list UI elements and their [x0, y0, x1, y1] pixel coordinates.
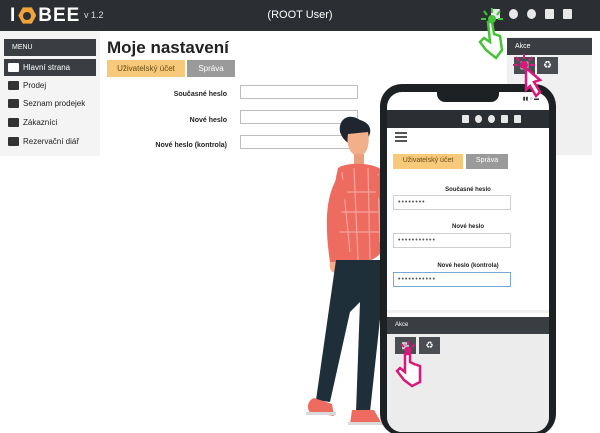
- phone-tab-user-account[interactable]: Uživatelský účet: [393, 154, 463, 169]
- hand-pointer-green-icon: [478, 8, 504, 60]
- menu-title: MENU: [4, 39, 96, 56]
- fullscreen-icon[interactable]: [514, 115, 521, 123]
- hamburger-menu-icon[interactable]: [395, 132, 407, 142]
- phone-top-bar: [387, 110, 549, 128]
- sidebar-item-label: Seznam prodejek: [23, 99, 86, 108]
- user-icon[interactable]: [488, 115, 495, 123]
- phone-tab-administration[interactable]: Správa: [466, 154, 508, 169]
- sidebar-item-label: Hlavní strana: [23, 63, 71, 72]
- tab-administration[interactable]: Správa: [187, 60, 235, 77]
- users-icon: [8, 118, 19, 127]
- sidebar: MENU Hlavní strana Prodej Seznam prodeje…: [0, 31, 100, 156]
- calendar-icon: [8, 137, 19, 146]
- sidebar-item-label: Rezervační diář: [23, 137, 80, 146]
- info-icon[interactable]: [475, 115, 482, 123]
- bag-icon: [8, 99, 19, 108]
- page-title: Moje nastavení: [107, 38, 229, 57]
- sidebar-item-home[interactable]: Hlavní strana: [4, 59, 96, 76]
- logout-icon[interactable]: [545, 9, 554, 19]
- phone-current-password-input[interactable]: ••••••••: [393, 195, 511, 210]
- sidebar-item-label: Prodej: [23, 81, 47, 90]
- phone-new-password-input[interactable]: •••••••••••: [393, 233, 511, 248]
- tab-user-account[interactable]: Uživatelský účet: [107, 60, 185, 77]
- phone-confirm-password-input[interactable]: •••••••••••: [393, 272, 511, 287]
- current-password-label: Současné heslo: [173, 91, 227, 98]
- app-page: I BEE v 1.2 (ROOT User) MENU Hlavní stra…: [0, 0, 600, 433]
- sidebar-item-reservations[interactable]: Rezervační diář: [4, 133, 96, 150]
- phone-current-password-label: Současné heslo: [445, 187, 491, 193]
- phone-new-password-label: Nové heslo: [451, 224, 484, 230]
- signpost-icon: [8, 63, 19, 72]
- briefcase-icon[interactable]: [462, 115, 469, 123]
- info-icon[interactable]: [509, 9, 518, 19]
- logout-icon[interactable]: [501, 115, 508, 123]
- top-bar: I BEE v 1.2 (ROOT User): [0, 0, 600, 31]
- fullscreen-icon[interactable]: [563, 9, 572, 19]
- phone-confirm-password-label: Nové heslo (kontrola): [437, 263, 499, 269]
- phone-notch: [437, 92, 499, 102]
- user-icon[interactable]: [527, 9, 536, 19]
- current-password-input[interactable]: [240, 85, 358, 99]
- sidebar-item-sales[interactable]: Prodej: [4, 77, 96, 94]
- phone-toolbar: [462, 115, 521, 123]
- sidebar-item-label: Zákazníci: [23, 118, 58, 127]
- hand-pointer-pink-icon: [395, 341, 422, 388]
- phone-divider: [387, 310, 549, 313]
- sidebar-item-receipts[interactable]: Seznam prodejek: [4, 95, 96, 112]
- phone-actions-title: Akce: [387, 317, 549, 334]
- sidebar-item-customers[interactable]: Zákazníci: [4, 114, 96, 131]
- confirm-password-label: Nové heslo (kontrola): [155, 142, 227, 149]
- hand-pointer-pink-icon: [513, 54, 543, 99]
- new-password-label: Nové heslo: [189, 117, 227, 124]
- cart-icon: [8, 81, 19, 90]
